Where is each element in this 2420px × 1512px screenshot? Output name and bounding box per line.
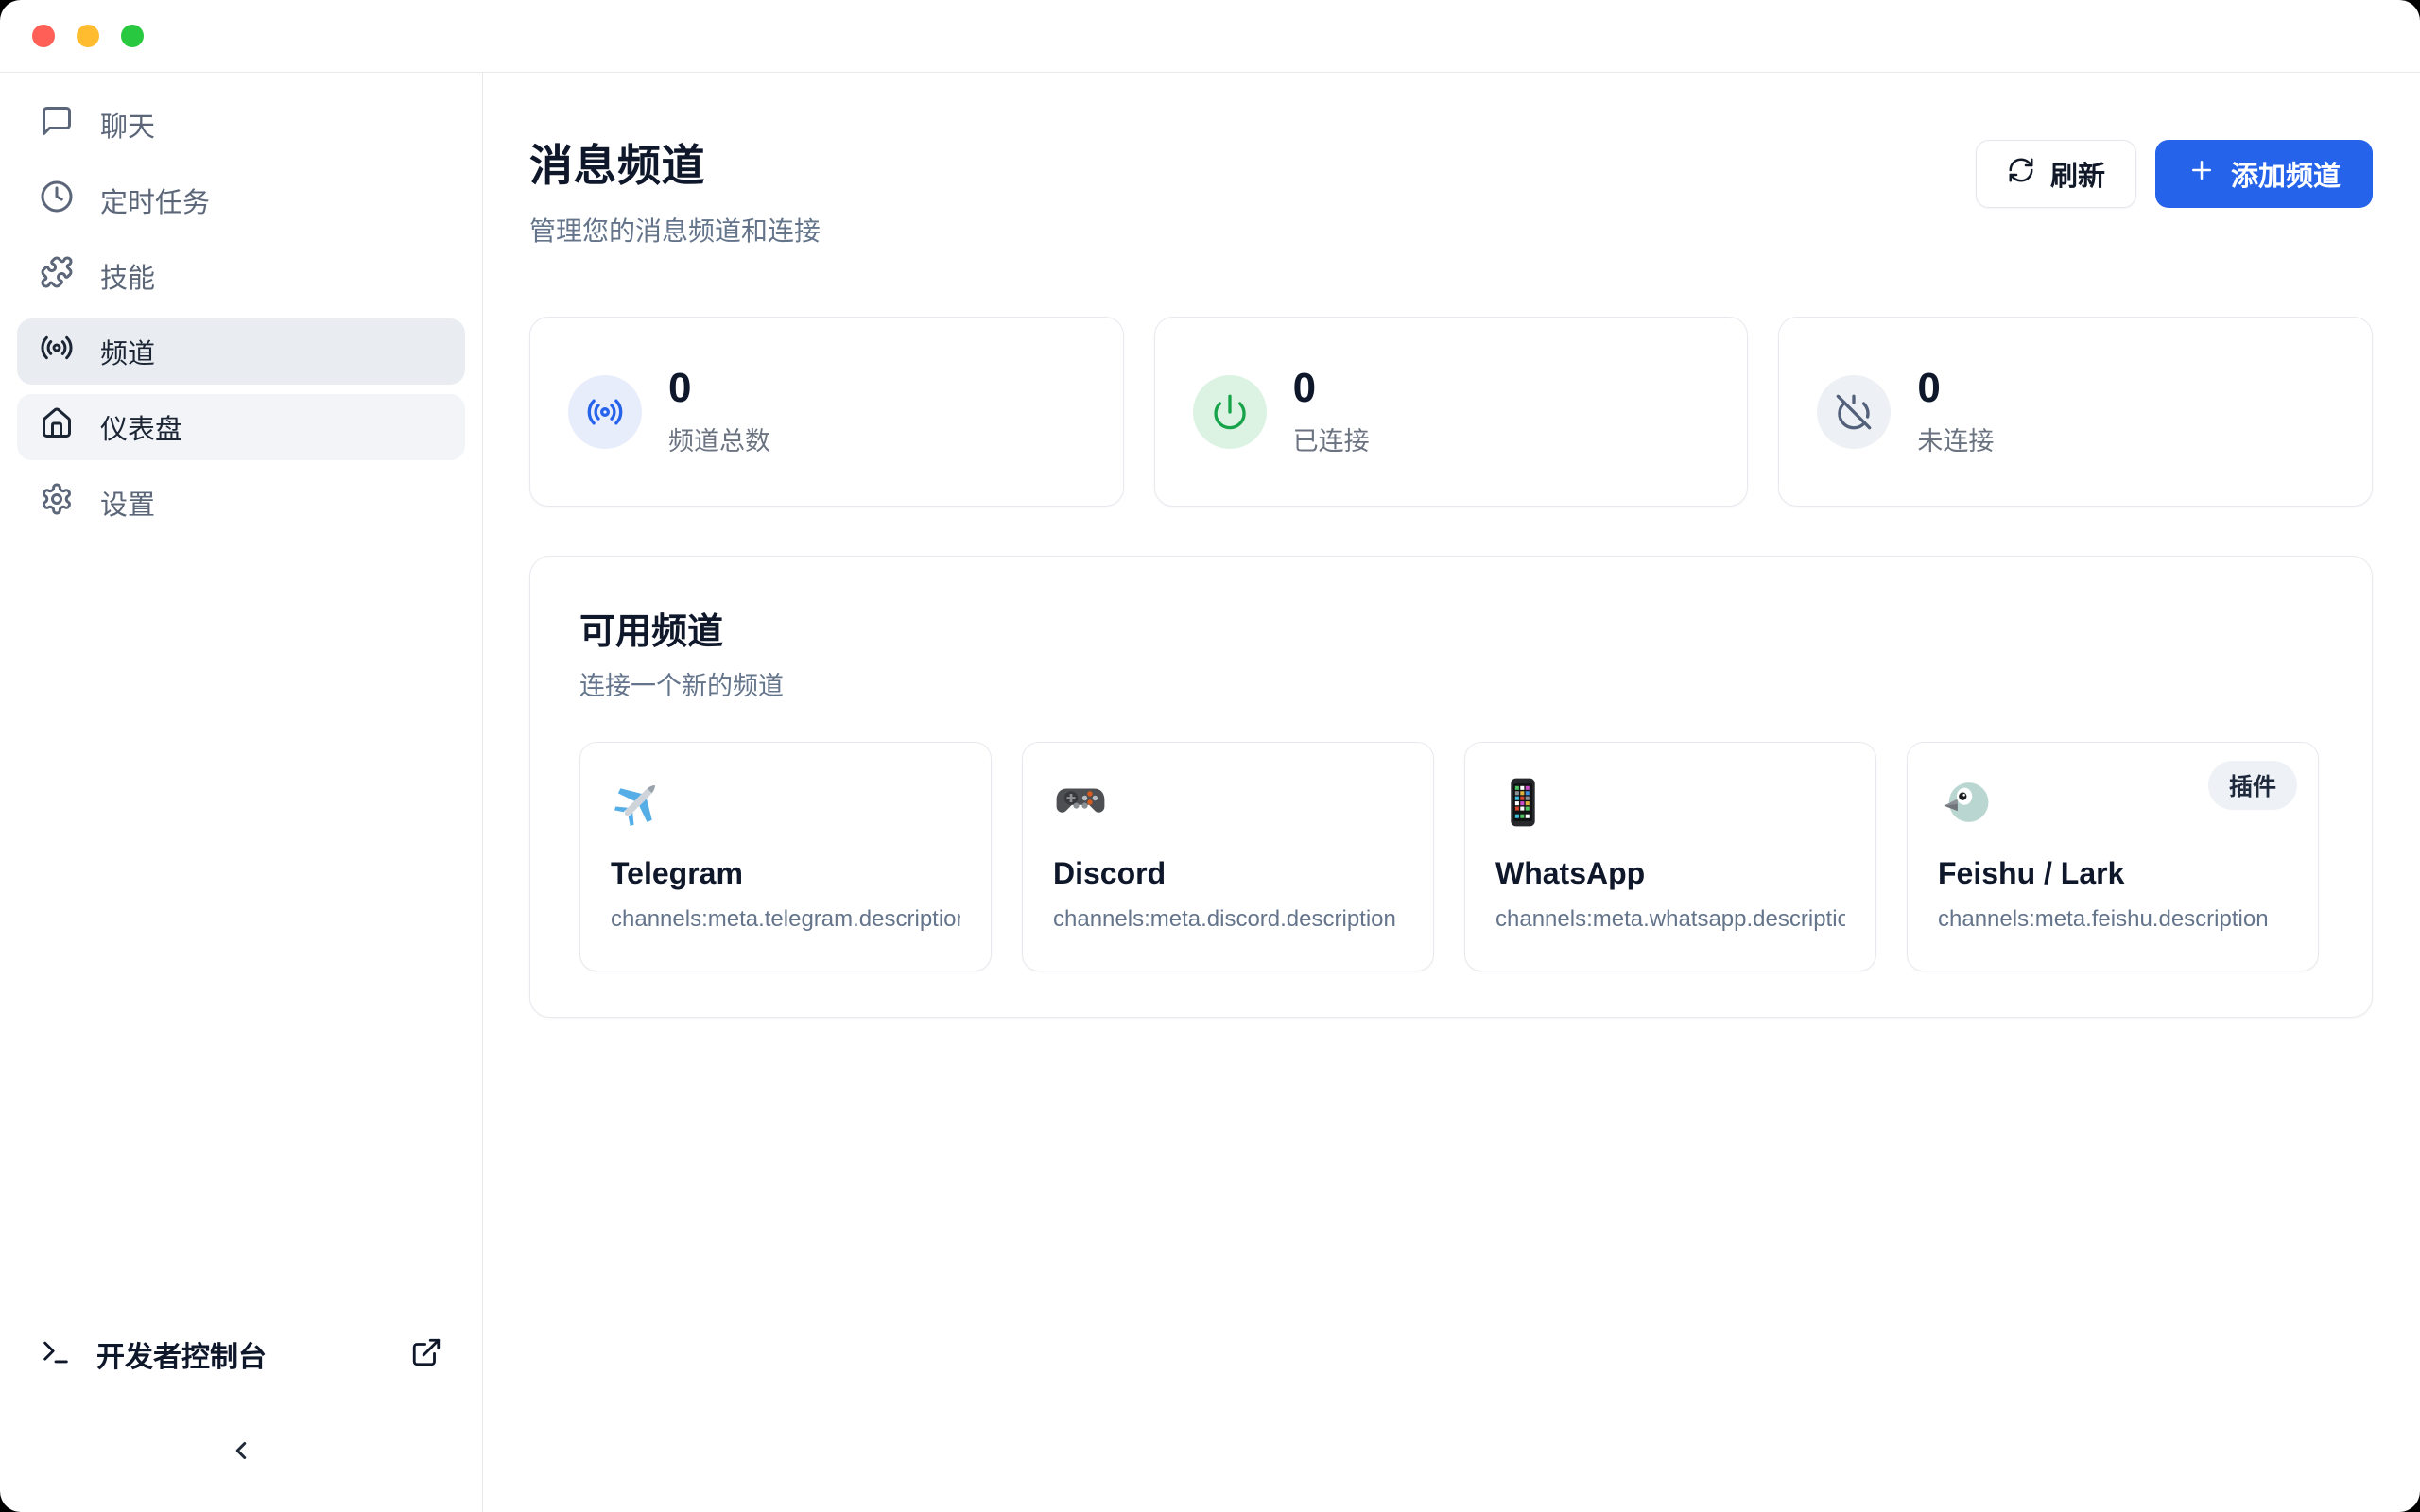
channel-card-whatsapp[interactable]: WhatsApp channels:meta.whatsapp.descript… xyxy=(1464,742,1876,971)
minimize-button[interactable] xyxy=(77,25,99,47)
stat-label: 已连接 xyxy=(1293,421,1370,457)
channel-description: channels:meta.feishu.description xyxy=(1938,906,2288,933)
sidebar-item-label: 频道 xyxy=(100,332,155,371)
zoom-button[interactable] xyxy=(121,25,144,47)
chevron-left-icon xyxy=(227,1436,255,1469)
available-channels-title: 可用频道 xyxy=(579,602,2323,654)
add-channel-button-label: 添加频道 xyxy=(2231,154,2341,194)
power-off-icon xyxy=(1817,375,1891,449)
add-channel-button[interactable]: 添加频道 xyxy=(2155,140,2373,208)
home-icon xyxy=(40,406,74,448)
channel-name: WhatsApp xyxy=(1495,856,1845,891)
sidebar-item-label: 仪表盘 xyxy=(100,407,182,447)
page-subtitle: 管理您的消息频道和连接 xyxy=(529,211,821,249)
channel-name: Feishu / Lark xyxy=(1938,856,2288,891)
stat-card-total-channels: 0 频道总数 xyxy=(529,317,1124,507)
sidebar-item-skills[interactable]: 技能 xyxy=(17,243,465,309)
sidebar-item-label: 设置 xyxy=(100,483,155,523)
close-button[interactable] xyxy=(32,25,55,47)
channel-card-discord[interactable]: Discord channels:meta.discord.descriptio… xyxy=(1022,742,1434,971)
stat-label: 未连接 xyxy=(1917,421,1994,457)
refresh-button-label: 刷新 xyxy=(2050,154,2105,194)
plugin-badge: 插件 xyxy=(2208,761,2297,810)
external-link-icon xyxy=(410,1336,442,1373)
sidebar-item-label: 技能 xyxy=(100,256,155,296)
sidebar-item-chat[interactable]: 聊天 xyxy=(17,92,465,158)
gamepad-emoji xyxy=(1053,773,1403,832)
stat-card-disconnected: 0 未连接 xyxy=(1778,317,2373,507)
app-window: 聊天 定时任务 技能 频道 xyxy=(0,0,2420,1512)
refresh-icon xyxy=(2007,156,2035,192)
stat-value: 0 xyxy=(668,366,770,411)
channel-description: channels:meta.telegram.description xyxy=(611,906,960,933)
main-content: 消息频道 管理您的消息频道和连接 刷新 添加频道 xyxy=(483,73,2420,1512)
power-icon xyxy=(1193,375,1267,449)
channel-card-telegram[interactable]: Telegram channels:meta.telegram.descript… xyxy=(579,742,992,971)
terminal-icon xyxy=(40,1336,72,1373)
radio-icon xyxy=(40,331,74,372)
plus-icon xyxy=(2187,156,2216,192)
channel-card-feishu[interactable]: 插件 Feishu / Lark channels:meta.feishu.de… xyxy=(1907,742,2319,971)
sidebar-item-label: 聊天 xyxy=(100,105,155,145)
channel-name: Discord xyxy=(1053,856,1403,891)
stat-label: 频道总数 xyxy=(668,421,770,457)
sidebar-item-channels[interactable]: 频道 xyxy=(17,318,465,385)
stat-value: 0 xyxy=(1293,366,1370,411)
sidebar-item-scheduled-tasks[interactable]: 定时任务 xyxy=(17,167,465,233)
radio-icon xyxy=(568,375,642,449)
available-channels-section: 可用频道 连接一个新的频道 Telegram channels:meta.tel… xyxy=(529,556,2373,1018)
stat-card-connected: 0 已连接 xyxy=(1154,317,1749,507)
sidebar-item-settings[interactable]: 设置 xyxy=(17,470,465,536)
mobile-phone-emoji xyxy=(1495,773,1845,832)
airplane-emoji xyxy=(611,773,960,832)
sidebar-collapse-button[interactable] xyxy=(216,1427,267,1478)
developer-console-label: 开发者控制台 xyxy=(96,1333,386,1375)
channel-description: channels:meta.discord.description xyxy=(1053,906,1403,933)
titlebar xyxy=(0,0,2420,73)
channel-name: Telegram xyxy=(611,856,960,891)
stat-value: 0 xyxy=(1917,366,1994,411)
available-channels-subtitle: 连接一个新的频道 xyxy=(579,665,2323,702)
page-title: 消息频道 xyxy=(529,131,821,194)
gear-icon xyxy=(40,482,74,524)
chat-bubble-icon xyxy=(40,104,74,146)
sidebar: 聊天 定时任务 技能 频道 xyxy=(0,73,483,1512)
puzzle-icon xyxy=(40,255,74,297)
sidebar-item-dashboard[interactable]: 仪表盘 xyxy=(17,394,465,460)
sidebar-item-label: 定时任务 xyxy=(100,180,210,220)
developer-console-link[interactable]: 开发者控制台 xyxy=(17,1321,465,1387)
channel-description: channels:meta.whatsapp.description xyxy=(1495,906,1845,933)
clock-icon xyxy=(40,180,74,221)
refresh-button[interactable]: 刷新 xyxy=(1976,140,2136,208)
